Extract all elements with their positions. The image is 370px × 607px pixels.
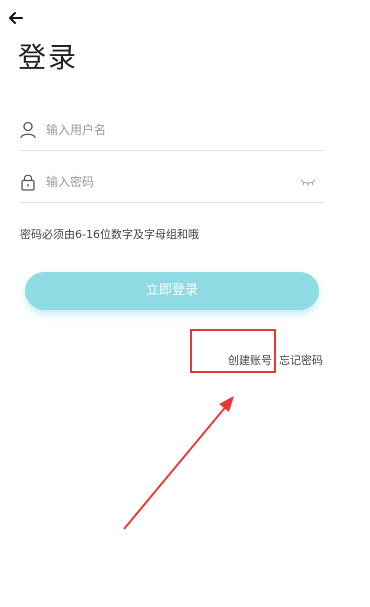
username-input[interactable]	[44, 116, 288, 144]
password-field-row	[20, 162, 324, 203]
back-arrow-icon[interactable]	[6, 8, 26, 28]
annotation-highlight-box	[190, 329, 276, 373]
password-hint: 密码必须由6-16位数字及字母组和哦	[20, 228, 199, 241]
forgot-password-link[interactable]: 忘记密码	[279, 352, 323, 368]
eye-closed-icon[interactable]	[300, 177, 316, 187]
lock-icon	[21, 174, 35, 191]
login-button[interactable]: 立即登录	[25, 272, 319, 310]
password-input[interactable]	[44, 168, 288, 196]
username-field-row	[20, 110, 324, 151]
page-title: 登录	[18, 41, 79, 74]
user-icon	[20, 121, 36, 139]
